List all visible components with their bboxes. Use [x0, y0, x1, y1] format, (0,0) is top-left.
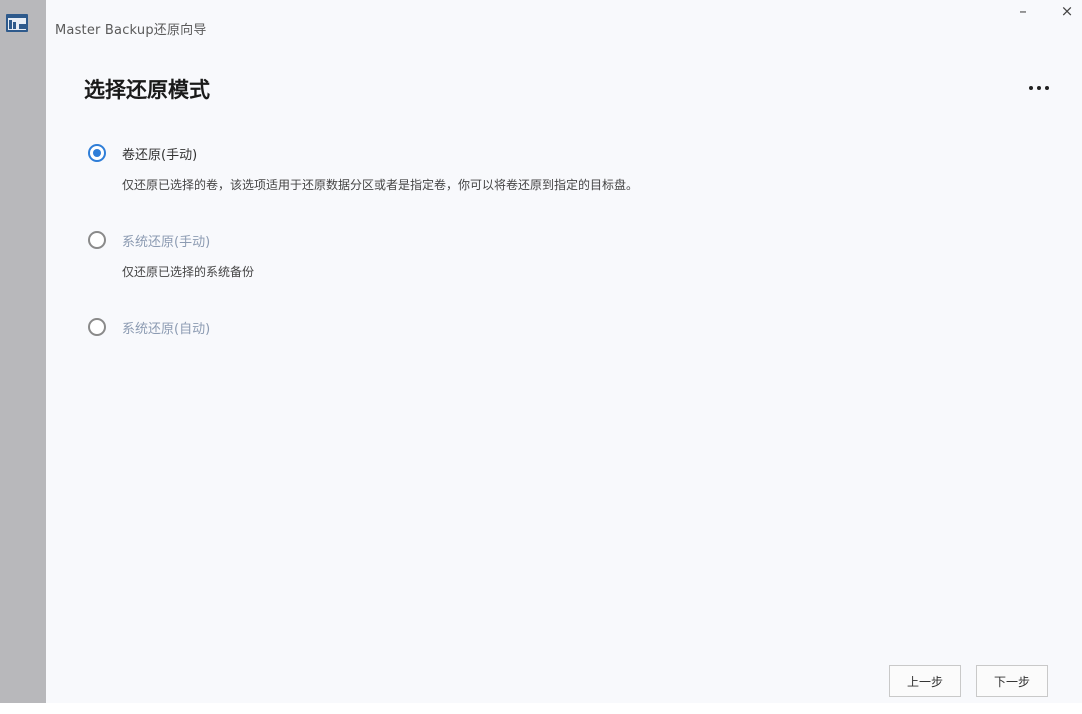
option-label-volume-restore-manual: 卷还原(手动): [122, 147, 198, 163]
option-label-system-restore-manual: 系统还原(手动): [122, 234, 211, 250]
app-logo-icon: [6, 14, 28, 32]
restore-wizard-window: Master Backup还原向导 – × 选择还原模式 卷还原(手动) 仅还原…: [0, 0, 1082, 714]
page-title: 选择还原模式: [84, 78, 210, 102]
more-dot: [1045, 86, 1049, 90]
option-label-system-restore-auto: 系统还原(自动): [122, 321, 211, 337]
option-system-restore-manual[interactable]: 系统还原(手动): [88, 225, 210, 255]
radio-system-restore-manual[interactable]: [88, 231, 106, 249]
content-area: [46, 0, 1082, 714]
more-dot: [1029, 86, 1033, 90]
close-button[interactable]: ×: [1052, 0, 1082, 26]
left-rail: [0, 0, 46, 703]
more-horizontal-icon[interactable]: [1022, 76, 1056, 100]
radio-volume-restore-manual[interactable]: [88, 144, 106, 162]
minimize-button[interactable]: –: [1008, 0, 1038, 26]
option-volume-restore-manual[interactable]: 卷还原(手动): [88, 138, 197, 168]
previous-button[interactable]: 上一步: [889, 665, 961, 697]
next-button[interactable]: 下一步: [976, 665, 1048, 697]
radio-system-restore-auto[interactable]: [88, 318, 106, 336]
more-dot: [1037, 86, 1041, 90]
option-system-restore-auto[interactable]: 系统还原(自动): [88, 312, 210, 342]
option-description-system-restore-manual: 仅还原已选择的系统备份: [122, 265, 255, 279]
bottom-edge: [0, 703, 1082, 714]
window-title: Master Backup还原向导: [55, 23, 207, 38]
option-description-volume-restore-manual: 仅还原已选择的卷，该选项适用于还原数据分区或者是指定卷，你可以将卷还原到指定的目…: [122, 178, 639, 192]
